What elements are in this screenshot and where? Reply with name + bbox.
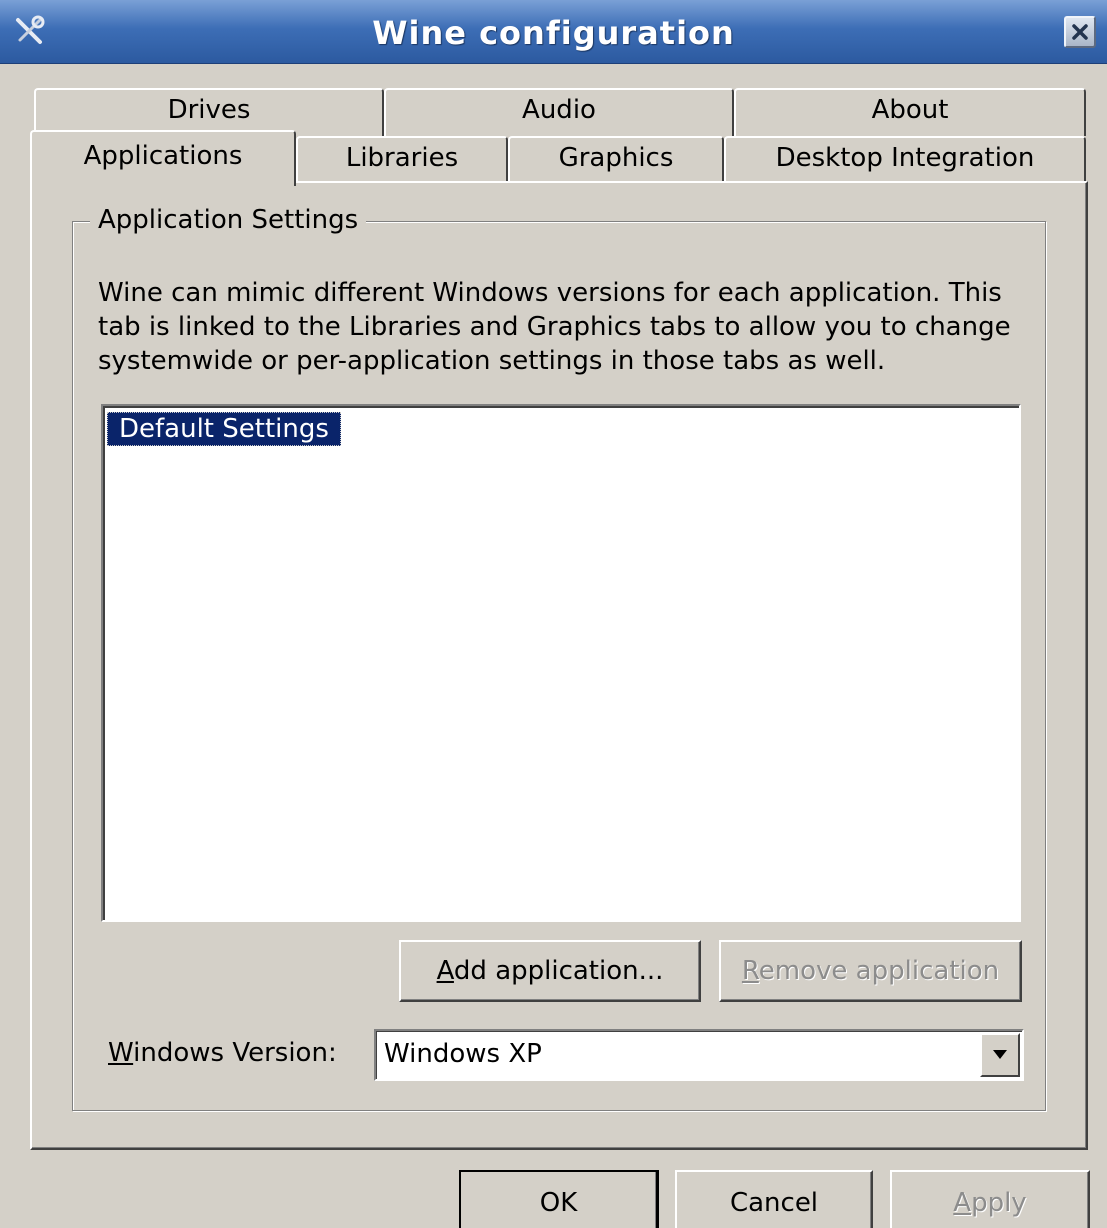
- tab-label: Applications: [83, 141, 243, 171]
- list-item[interactable]: Default Settings: [107, 412, 341, 446]
- tab-label: Drives: [167, 95, 251, 125]
- tab-applications[interactable]: Applications: [30, 130, 296, 186]
- label-text: indows Version:: [133, 1038, 337, 1068]
- close-button[interactable]: [1064, 16, 1096, 48]
- button-label: dd application...: [453, 956, 664, 986]
- tab-audio[interactable]: Audio: [384, 88, 734, 136]
- tab-desktop-integration[interactable]: Desktop Integration: [724, 136, 1086, 182]
- selected-value: Windows XP: [384, 1039, 542, 1069]
- dropdown-button[interactable]: [980, 1033, 1020, 1077]
- apply-button[interactable]: Apply: [890, 1170, 1090, 1228]
- tab-graphics[interactable]: Graphics: [508, 136, 724, 182]
- button-label: pply: [971, 1188, 1027, 1218]
- add-application-button[interactable]: Add application...: [399, 940, 701, 1002]
- tab-drives[interactable]: Drives: [34, 88, 384, 136]
- tab-about[interactable]: About: [734, 88, 1086, 136]
- tab-label: About: [871, 95, 949, 125]
- button-label: Cancel: [729, 1188, 819, 1218]
- mnemonic: R: [741, 956, 759, 986]
- windows-version-label: Windows Version:: [108, 1038, 337, 1068]
- window-title: Wine configuration: [372, 14, 735, 52]
- cancel-button[interactable]: Cancel: [675, 1170, 873, 1228]
- group-label: Application Settings: [90, 205, 367, 235]
- tab-libraries[interactable]: Libraries: [296, 136, 508, 182]
- button-label: emove application: [758, 956, 1000, 986]
- description-text: Wine can mimic different Windows version…: [98, 278, 1011, 376]
- application-list[interactable]: Default Settings: [101, 404, 1021, 922]
- remove-application-button[interactable]: Remove application: [719, 940, 1022, 1002]
- title-bar[interactable]: Wine configuration: [0, 0, 1107, 64]
- tab-label: Libraries: [345, 143, 459, 173]
- tab-label: Audio: [522, 95, 596, 125]
- mnemonic: A: [953, 1188, 972, 1218]
- ok-button[interactable]: OK: [459, 1170, 659, 1228]
- mnemonic: W: [108, 1038, 134, 1068]
- tab-label: Desktop Integration: [775, 143, 1035, 173]
- mnemonic: A: [436, 956, 454, 986]
- windows-version-select[interactable]: Windows XP: [374, 1029, 1024, 1081]
- tab-label: Graphics: [558, 143, 674, 173]
- button-label: OK: [539, 1188, 578, 1218]
